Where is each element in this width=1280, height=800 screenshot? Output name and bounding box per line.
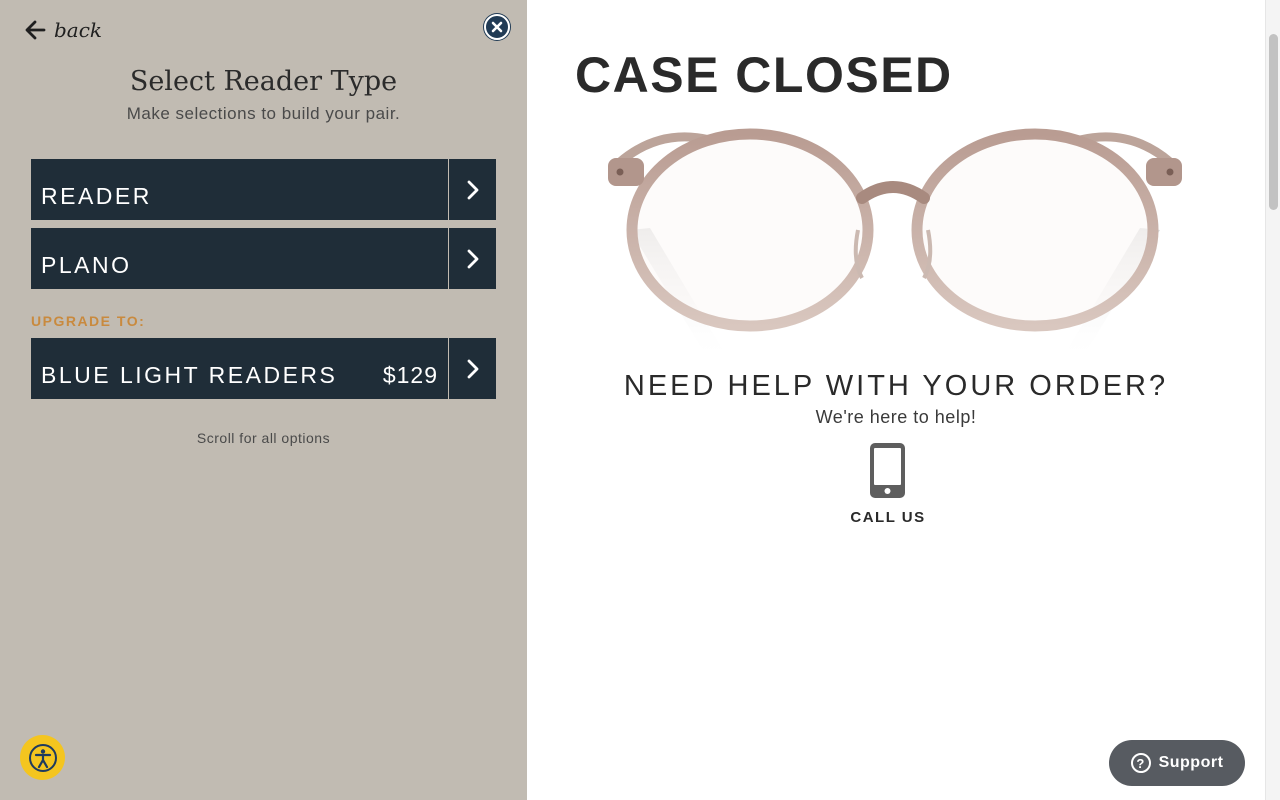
panel-subtitle: Make selections to build your pair. xyxy=(126,104,401,123)
support-label: Support xyxy=(1158,754,1224,771)
chevron-right-icon xyxy=(467,359,478,378)
back-label: back xyxy=(54,18,103,42)
close-button[interactable] xyxy=(484,14,510,40)
phone-icon[interactable] xyxy=(870,443,905,498)
accessibility-button[interactable] xyxy=(20,735,65,780)
call-us-link[interactable]: CALL US xyxy=(840,509,936,526)
help-heading: NEED HELP WITH YOUR ORDER? xyxy=(623,370,1169,402)
upgrade-label: UPGRADE TO: xyxy=(31,313,146,329)
option-reader[interactable]: READER xyxy=(31,159,496,220)
chevron-right-icon xyxy=(467,180,478,199)
arrow-left-icon xyxy=(25,20,46,40)
product-title: CASE CLOSED xyxy=(575,47,953,103)
close-icon xyxy=(491,21,503,33)
scrollbar-thumb[interactable] xyxy=(1269,34,1278,210)
question-icon: ? xyxy=(1130,753,1151,773)
reader-type-panel: back Select Reader Type Make selections … xyxy=(0,0,527,800)
chevron-right-icon xyxy=(467,249,478,268)
panel-title: Select Reader Type xyxy=(129,66,398,97)
help-subtext: We're here to help! xyxy=(815,407,977,427)
option-blue-light-readers[interactable]: BLUE LIGHT READERS $129 xyxy=(31,338,496,399)
option-label: PLANO xyxy=(41,252,132,278)
accessibility-icon xyxy=(28,743,57,772)
option-label: BLUE LIGHT READERS xyxy=(41,362,338,388)
eyeglasses-image xyxy=(608,128,1182,362)
support-button[interactable]: ? Support xyxy=(1109,740,1245,786)
option-plano[interactable]: PLANO xyxy=(31,228,496,289)
option-label: READER xyxy=(41,183,152,209)
back-button[interactable]: back xyxy=(24,18,102,42)
scrollbar[interactable] xyxy=(1265,0,1280,800)
option-price: $129 xyxy=(382,362,438,388)
scroll-hint: Scroll for all options xyxy=(196,430,331,446)
